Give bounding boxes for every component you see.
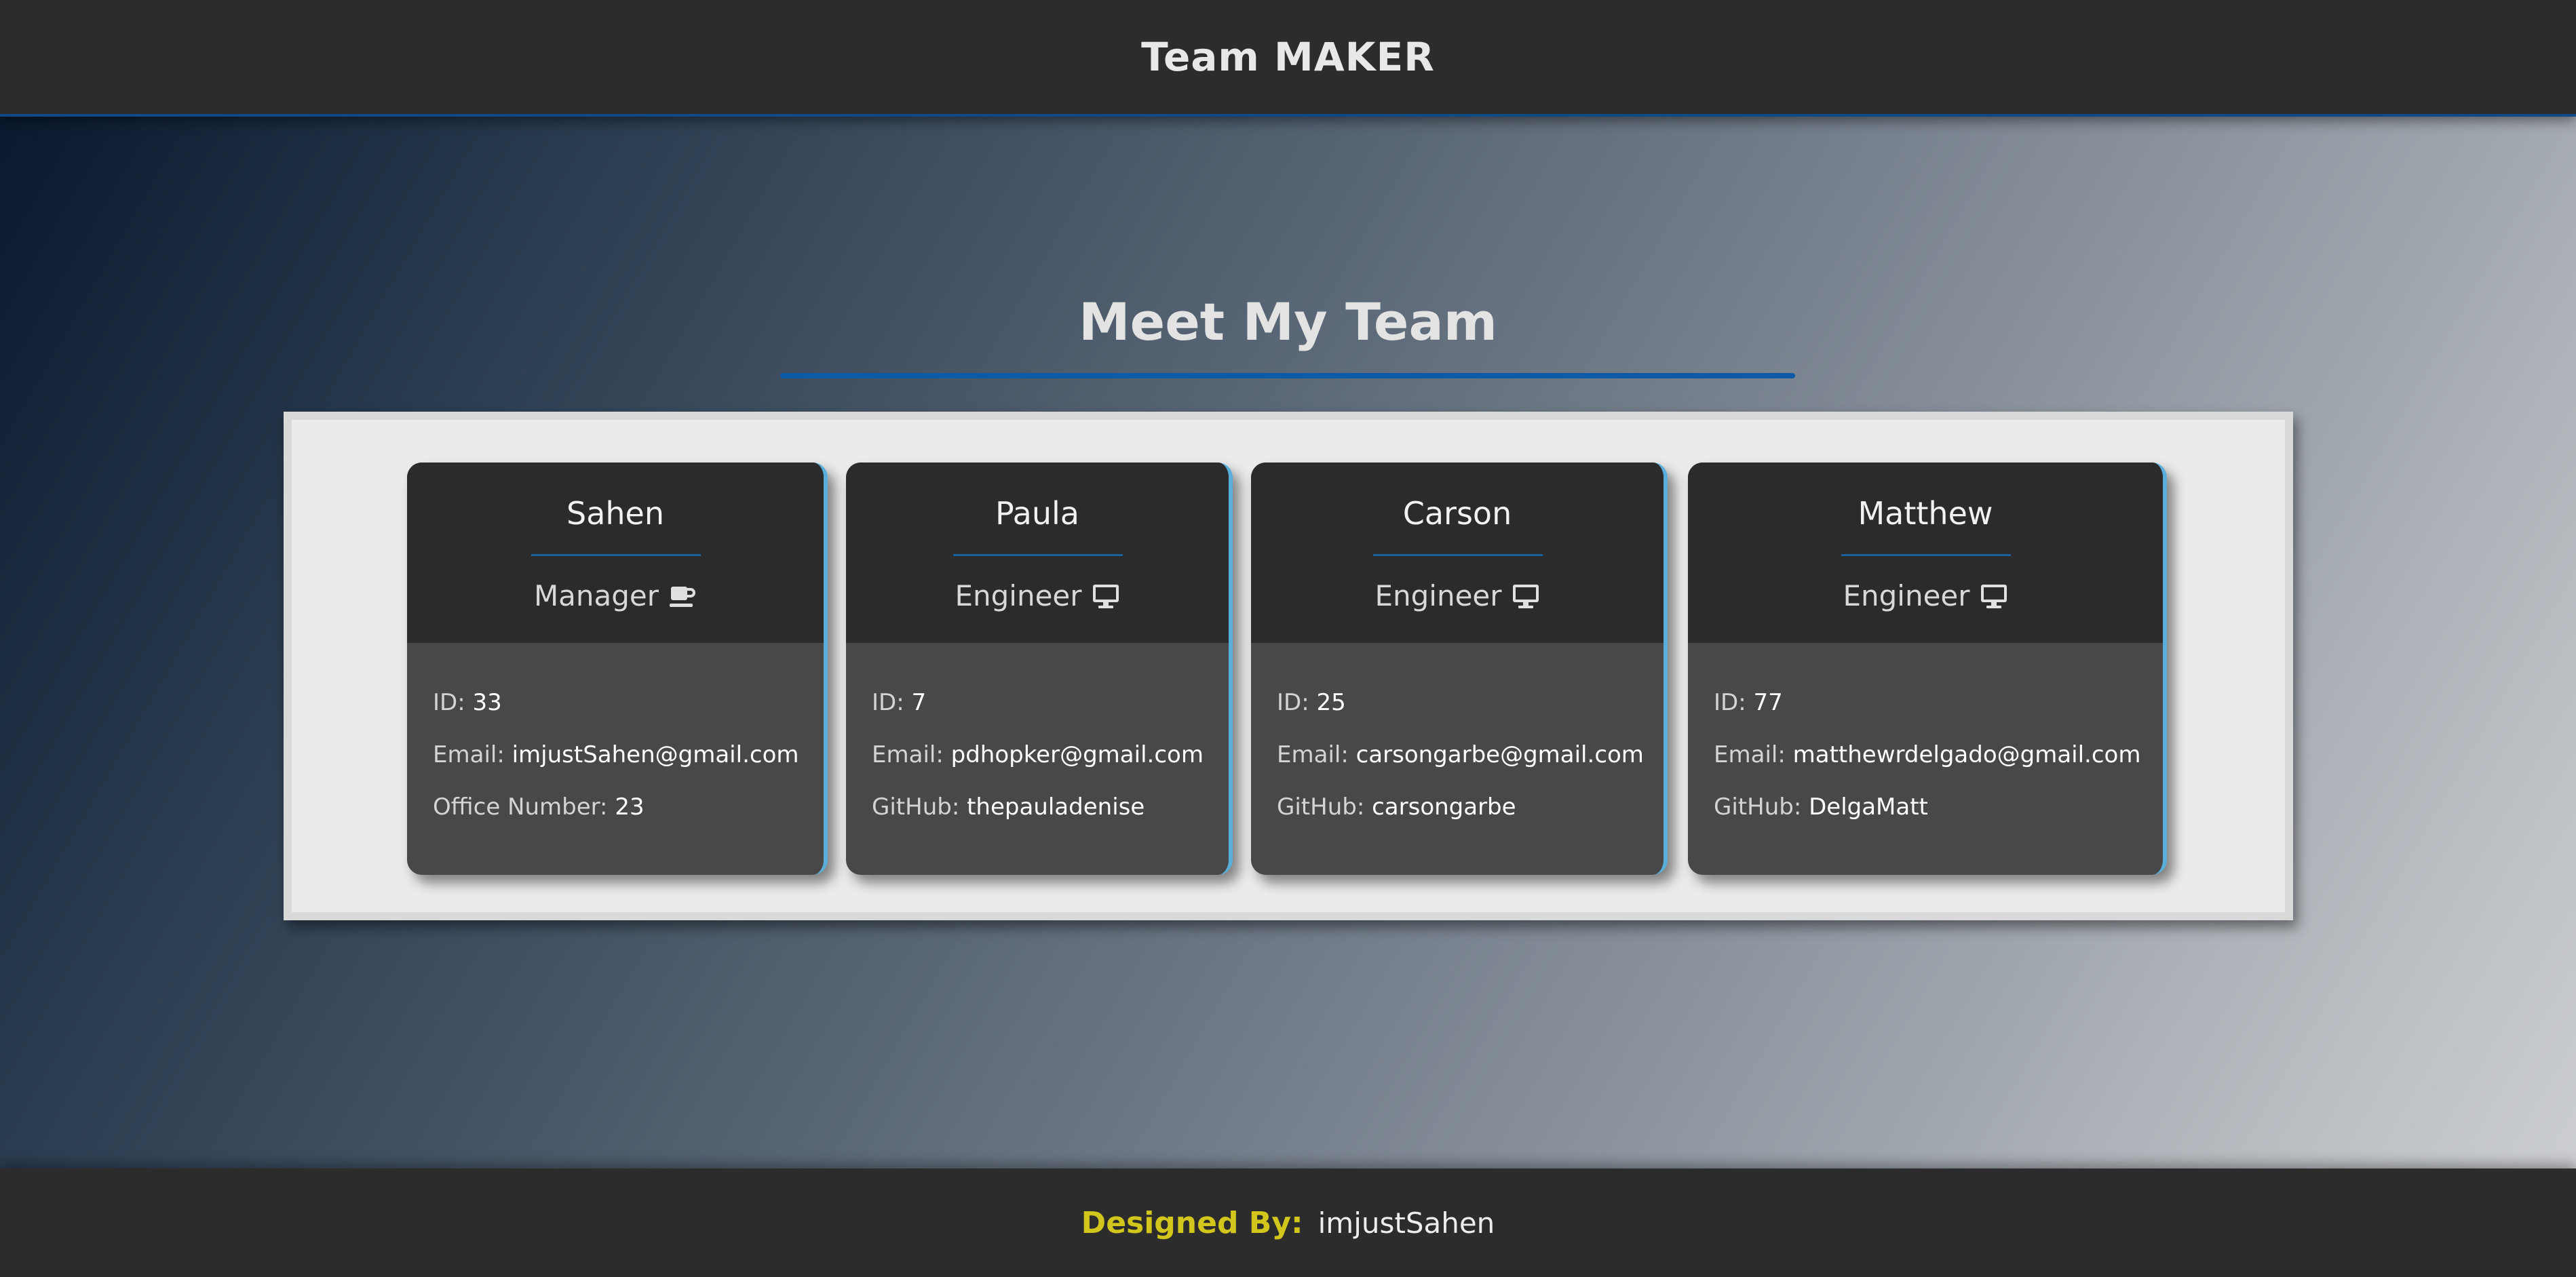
app-title: Team MAKER [1141,34,1435,80]
email-link[interactable]: imjustSahen@gmail.com [512,741,799,768]
email-row: Email: pdhopker@gmail.com [872,741,1215,793]
id-label: ID: [1714,689,1746,716]
employee-card-matthew: Matthew Engineer ID: 77 Email: matthewrd… [1688,463,2167,875]
monitor-icon [1092,583,1120,610]
employee-card-sahen: Sahen Manager ID: 33 Email: imjustSahen@… [407,463,828,875]
card-header: Sahen Manager [407,463,824,643]
github-link[interactable]: DelgaMatt [1809,793,1928,821]
card-body: ID: 33 Email: imjustSahen@gmail.com Offi… [433,689,810,846]
employee-card-paula: Paula Engineer ID: 7 Email: pdhopker@gma… [846,463,1233,875]
id-row: ID: 7 [872,689,1215,741]
card-header: Paula Engineer [846,463,1229,643]
footer-label: Designed By: [1081,1205,1303,1240]
page-footer: Designed By: imjustSahen [0,1168,2576,1277]
email-link[interactable]: pdhopker@gmail.com [951,741,1204,768]
email-row: Email: imjustSahen@gmail.com [433,741,810,793]
employee-name: Sahen [566,495,664,532]
office-number-value: 23 [615,793,645,821]
section-title-underline [780,373,1795,378]
email-label: Email: [872,741,944,768]
email-label: Email: [1714,741,1786,768]
employee-name: Matthew [1858,495,1993,532]
employee-name: Paula [995,495,1079,532]
role-label: Engineer [1374,579,1502,612]
email-row: Email: matthewrdelgado@gmail.com [1714,741,2149,793]
card-divider [1373,554,1543,556]
employee-role: Manager [407,579,824,612]
role-label: Engineer [955,579,1082,612]
id-row: ID: 33 [433,689,810,741]
card-body: ID: 77 Email: matthewrdelgado@gmail.com … [1714,689,2149,846]
employee-role: Engineer [1251,579,1664,612]
email-label: Email: [1277,741,1349,768]
id-value: 33 [472,689,502,716]
id-value: 7 [911,689,927,716]
id-label: ID: [1277,689,1309,716]
card-header: Carson Engineer [1251,463,1664,643]
card-divider [1841,554,2011,556]
office-number-label: Office Number: [433,793,608,821]
coffee-icon [668,583,697,610]
footer-author: imjustSahen [1318,1206,1495,1240]
email-label: Email: [433,741,505,768]
email-link[interactable]: matthewrdelgado@gmail.com [1793,741,2141,768]
office-number-row: Office Number: 23 [433,793,810,846]
role-label: Manager [533,579,659,612]
monitor-icon [1980,583,2008,610]
employee-role: Engineer [846,579,1229,612]
employee-card-carson: Carson Engineer ID: 25 Email: carsongarb… [1251,463,1668,875]
id-label: ID: [433,689,465,716]
card-body: ID: 7 Email: pdhopker@gmail.com GitHub: … [872,689,1215,846]
github-row: GitHub: carsongarbe [1277,793,1650,846]
monitor-icon [1512,583,1540,610]
role-label: Engineer [1843,579,1970,612]
email-row: Email: carsongarbe@gmail.com [1277,741,1650,793]
email-link[interactable]: carsongarbe@gmail.com [1356,741,1644,768]
card-divider [531,554,701,556]
card-header: Matthew Engineer [1688,463,2163,643]
id-row: ID: 25 [1277,689,1650,741]
section-title: Meet My Team [1079,292,1497,352]
github-link[interactable]: carsongarbe [1372,793,1516,821]
employee-role: Engineer [1688,579,2163,612]
github-label: GitHub: [1714,793,1802,821]
github-link[interactable]: thepauladenise [967,793,1145,821]
id-row: ID: 77 [1714,689,2149,741]
card-body: ID: 25 Email: carsongarbe@gmail.com GitH… [1277,689,1650,846]
github-row: GitHub: thepauladenise [872,793,1215,846]
github-label: GitHub: [872,793,960,821]
card-divider [953,554,1123,556]
github-row: GitHub: DelgaMatt [1714,793,2149,846]
id-label: ID: [872,689,904,716]
employee-name: Carson [1402,495,1512,532]
page-header: Team MAKER [0,0,2576,117]
github-label: GitHub: [1277,793,1365,821]
id-value: 77 [1753,689,1783,716]
id-value: 25 [1316,689,1346,716]
